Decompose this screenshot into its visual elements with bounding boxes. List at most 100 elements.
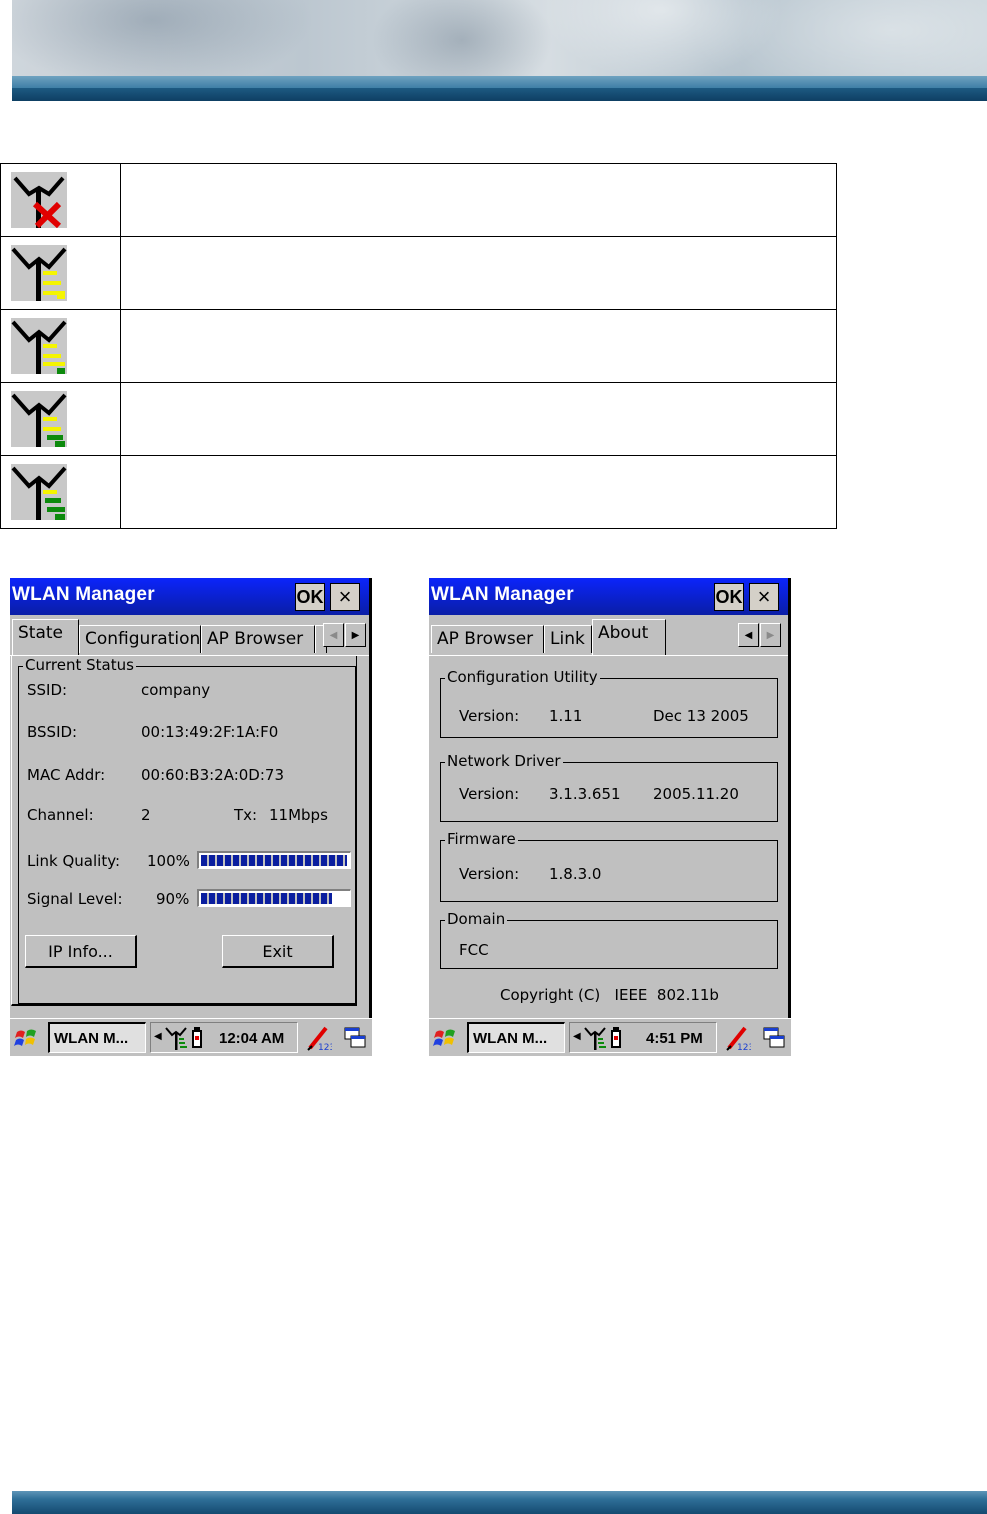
tray-expand-icon[interactable]: ◀: [573, 1031, 581, 1042]
group-title: Firmware: [445, 830, 518, 848]
firmware-group: Firmware Version: 1.8.3.0: [440, 830, 778, 902]
description-cell: [120, 309, 837, 383]
description-cell: [120, 236, 837, 310]
tab-scroll-right-icon[interactable]: ▶: [345, 623, 366, 647]
wlan-manager-state-window: WLAN Manager OK × Configuration AP Brows…: [10, 578, 372, 1056]
signal-bars-2-green-icon: [11, 391, 67, 447]
network-driver-date: 2005.11.20: [653, 785, 739, 803]
signal-level-value: 90%: [156, 890, 190, 908]
mac-value: 00:60:B3:2A:0D:73: [141, 766, 284, 784]
domain-group: Domain FCC: [440, 910, 778, 969]
tab-bar: Configuration AP Browser State ◀ ▶: [10, 616, 369, 656]
svg-text:123: 123: [737, 1043, 751, 1052]
version-label: Version:: [459, 707, 520, 725]
header-banner: [12, 0, 987, 101]
clock[interactable]: 4:51 PM: [646, 1030, 703, 1047]
title-bar: WLAN Manager OK ×: [10, 578, 369, 615]
table-row: [0, 382, 837, 456]
about-panel: Configuration Utility Version: 1.11 Dec …: [429, 655, 788, 1018]
system-tray: ◀ 4:51 PM: [569, 1022, 717, 1053]
exit-button[interactable]: Exit: [222, 935, 334, 968]
tab-ap-browser[interactable]: AP Browser: [201, 625, 315, 653]
close-button[interactable]: ×: [330, 583, 360, 611]
tx-label: Tx:: [234, 806, 258, 824]
window-switcher-icon[interactable]: [759, 1022, 789, 1053]
ok-button[interactable]: OK: [714, 583, 744, 611]
clock[interactable]: 12:04 AM: [219, 1030, 284, 1047]
table-row: [0, 236, 837, 310]
group-title: Network Driver: [445, 752, 563, 770]
window-switcher-icon[interactable]: [340, 1022, 370, 1053]
signal-bars-0-green-icon: [11, 245, 67, 301]
version-label: Version:: [459, 785, 520, 803]
start-menu-icon[interactable]: [12, 1022, 40, 1053]
mac-label: MAC Addr:: [27, 766, 106, 784]
icon-cell: [0, 309, 121, 383]
link-quality-fill: [201, 855, 347, 866]
system-tray: ◀ 12:04 AM: [150, 1022, 298, 1053]
tab-scroll-right-icon[interactable]: ▶: [760, 623, 781, 647]
icon-cell: [0, 163, 121, 237]
current-status-group: Current Status SSID: company BSSID: 00:1…: [18, 656, 356, 1004]
channel-value: 2: [141, 806, 151, 824]
description-cell: [120, 163, 837, 237]
tray-expand-icon[interactable]: ◀: [154, 1031, 162, 1042]
tab-ap-browser[interactable]: AP Browser: [431, 625, 544, 653]
tab-state[interactable]: State: [12, 619, 79, 655]
bssid-value: 00:13:49:2F:1A:F0: [141, 723, 279, 741]
signal-bars-1-green-icon: [11, 318, 67, 374]
window-title: WLAN Manager: [12, 584, 155, 605]
description-cell: [120, 382, 837, 456]
ssid-value: company: [141, 681, 211, 699]
window-title: WLAN Manager: [431, 584, 574, 605]
signal-level-bar: [197, 889, 351, 907]
link-quality-label: Link Quality:: [27, 852, 121, 870]
table-row: [0, 455, 837, 529]
taskbar: WLAN M... ◀ 4:51 PM 123: [429, 1018, 791, 1056]
ssid-label: SSID:: [27, 681, 68, 699]
input-panel-icon[interactable]: 123: [723, 1022, 753, 1053]
taskbar: WLAN M... ◀ 12:04 AM 123: [10, 1018, 372, 1056]
signal-level-fill: [201, 893, 332, 904]
wifi-signal-icon[interactable]: [165, 1026, 187, 1050]
taskbar-task-button[interactable]: WLAN M...: [48, 1022, 146, 1053]
version-label: Version:: [459, 865, 520, 883]
icon-cell: [0, 236, 121, 310]
link-quality-bar: [197, 851, 351, 869]
battery-icon[interactable]: [610, 1027, 622, 1049]
start-menu-icon[interactable]: [431, 1022, 459, 1053]
tab-about[interactable]: About: [592, 619, 666, 655]
ok-button[interactable]: OK: [295, 583, 325, 611]
tab-bar: AP Browser Link About ◀ ▶: [429, 616, 788, 656]
tab-scroll-left-icon[interactable]: ◀: [738, 623, 759, 647]
config-utility-group: Configuration Utility Version: 1.11 Dec …: [440, 668, 778, 738]
tx-value: 11Mbps: [269, 806, 328, 824]
taskbar-task-button[interactable]: WLAN M...: [467, 1022, 565, 1053]
group-title: Current Status: [23, 656, 136, 674]
icon-cell: [0, 382, 121, 456]
state-panel: Current Status SSID: company BSSID: 00:1…: [10, 655, 369, 1018]
battery-icon[interactable]: [191, 1027, 203, 1049]
title-bar: WLAN Manager OK ×: [429, 578, 788, 615]
copyright-text: Copyright (C) IEEE 802.11b: [500, 986, 719, 1004]
tab-configuration[interactable]: Configuration: [79, 625, 201, 653]
domain-value: FCC: [459, 941, 489, 959]
config-utility-date: Dec 13 2005: [653, 707, 749, 725]
tab-scroll-left-icon[interactable]: ◀: [323, 623, 344, 647]
firmware-version: 1.8.3.0: [549, 865, 602, 883]
tab-link[interactable]: Link: [544, 625, 592, 653]
close-button[interactable]: ×: [749, 583, 779, 611]
table-row: [0, 309, 837, 383]
ip-info-button[interactable]: IP Info...: [25, 935, 137, 968]
signal-icon-table: [0, 163, 837, 529]
input-panel-icon[interactable]: 123: [304, 1022, 334, 1053]
svg-text:123: 123: [318, 1043, 332, 1052]
group-title: Configuration Utility: [445, 668, 600, 686]
channel-label: Channel:: [27, 806, 94, 824]
config-utility-version: 1.11: [549, 707, 583, 725]
signal-level-label: Signal Level:: [27, 890, 123, 908]
footer-banner: [12, 1491, 987, 1514]
icon-cell: [0, 455, 121, 529]
bssid-label: BSSID:: [27, 723, 78, 741]
wifi-signal-icon[interactable]: [584, 1026, 606, 1050]
